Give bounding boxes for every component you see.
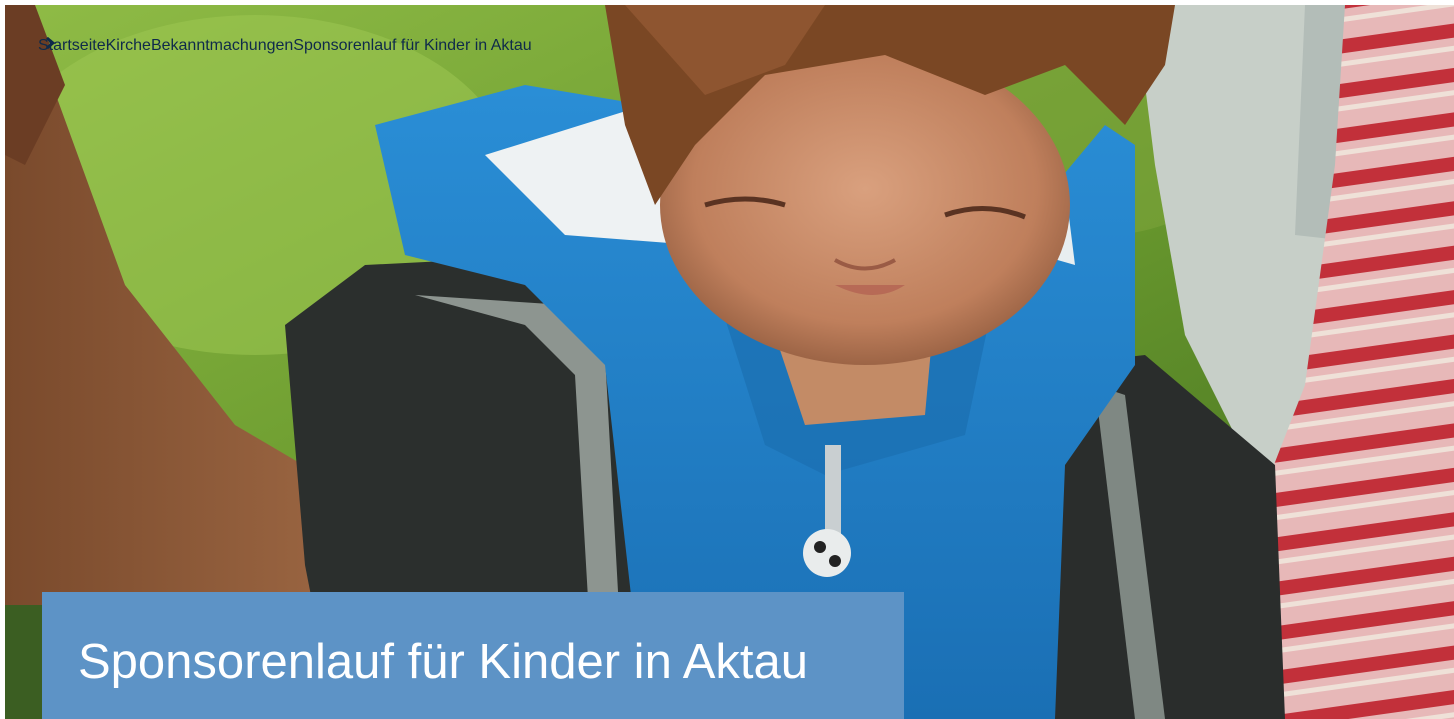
chevron-right-icon [46,37,56,49]
page: Startseite Kirche Bekanntmachungen Spons… [0,0,1454,719]
breadcrumb-link-bekanntmachungen[interactable]: Bekanntmachungen [151,36,293,56]
breadcrumb: Startseite Kirche Bekanntmachungen Spons… [38,36,532,56]
breadcrumb-link-kirche[interactable]: Kirche [106,36,151,56]
breadcrumb-current-page: Sponsorenlauf für Kinder in Aktau [293,37,532,54]
page-title: Sponsorenlauf für Kinder in Aktau [78,635,809,689]
page-title-box: Sponsorenlauf für Kinder in Aktau [42,592,904,719]
